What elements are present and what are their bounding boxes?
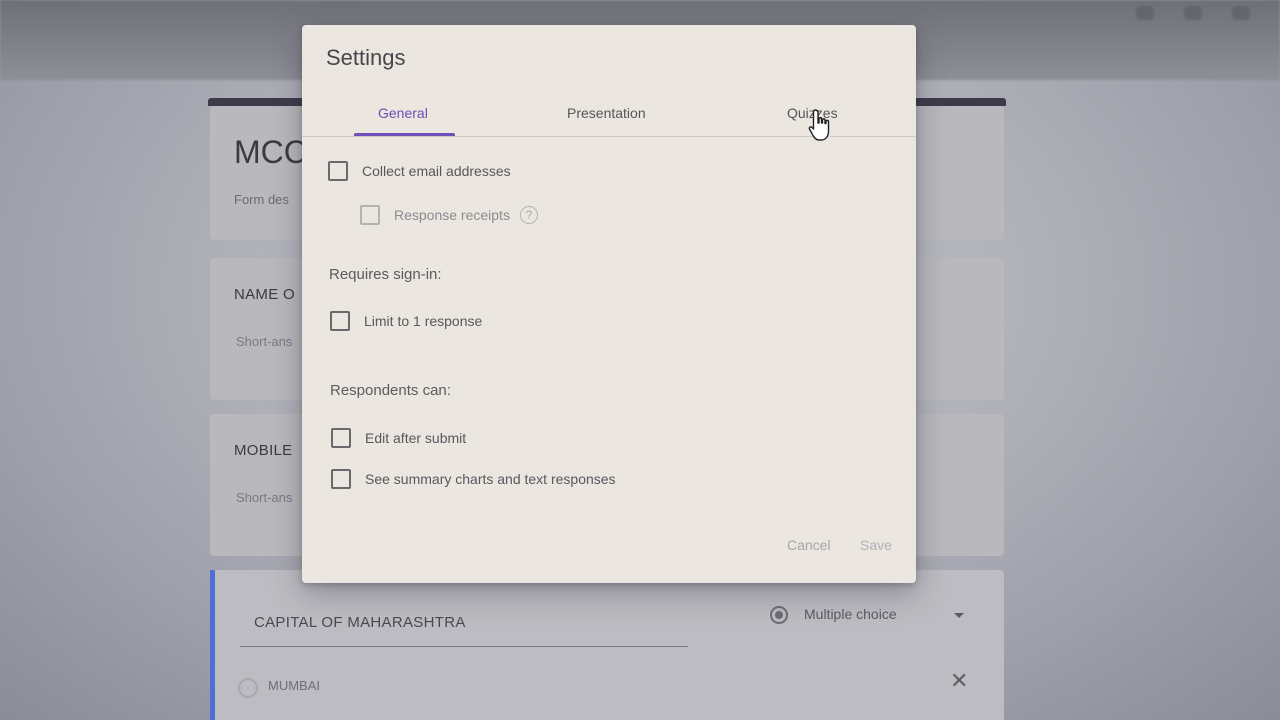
edit-after-submit-row[interactable]: Edit after submit [331,428,466,448]
toolbar-icon [1136,6,1154,20]
option-radio [238,678,258,698]
see-summary-checkbox[interactable] [331,469,351,489]
question-card-capital[interactable]: CAPITAL OF MAHARASHTRA Multiple choice M… [210,570,1004,720]
response-receipts-label: Response receipts [394,207,510,223]
question-title-input[interactable]: CAPITAL OF MAHARASHTRA [254,614,466,631]
save-button[interactable]: Save [860,537,892,553]
question-type-select[interactable]: Multiple choice [804,606,897,622]
limit-one-checkbox[interactable] [330,311,350,331]
toolbar-icon [1232,6,1250,20]
answer-hint: Short-ans [236,490,293,505]
dialog-title: Settings [326,45,406,70]
collect-email-label: Collect email addresses [362,163,511,179]
close-icon[interactable]: ✕ [950,668,968,694]
tab-presentation[interactable]: Presentation [567,105,646,121]
chevron-down-icon[interactable] [954,613,964,618]
radio-type-icon [770,606,788,624]
requires-signin-header: Requires sign-in: [329,266,442,283]
response-receipts-checkbox[interactable] [360,205,380,225]
form-description[interactable]: Form des [234,192,289,207]
collect-email-checkbox[interactable] [328,161,348,181]
see-summary-row[interactable]: See summary charts and text responses [331,469,616,489]
respondents-can-header: Respondents can: [330,382,451,399]
toolbar-icon [1184,6,1202,20]
question-title: NAME O [234,286,295,303]
answer-hint: Short-ans [236,334,293,349]
tab-general[interactable]: General [378,105,428,121]
active-card-accent [210,570,215,720]
limit-one-row[interactable]: Limit to 1 response [330,311,482,331]
limit-one-label: Limit to 1 response [364,313,483,329]
help-icon[interactable]: ? [519,206,538,224]
cancel-button[interactable]: Cancel [787,537,831,553]
form-title[interactable]: MCC [234,134,307,171]
input-underline [240,646,688,647]
question-title: MOBILE [234,442,293,459]
hand-cursor-icon [808,109,830,141]
see-summary-label: See summary charts and text responses [365,471,616,487]
collect-email-row[interactable]: Collect email addresses [328,161,511,181]
response-receipts-row[interactable]: Response receipts ? [360,205,538,225]
edit-after-submit-checkbox[interactable] [331,428,351,448]
edit-after-submit-label: Edit after submit [365,430,467,446]
option-label[interactable]: MUMBAI [268,678,320,693]
